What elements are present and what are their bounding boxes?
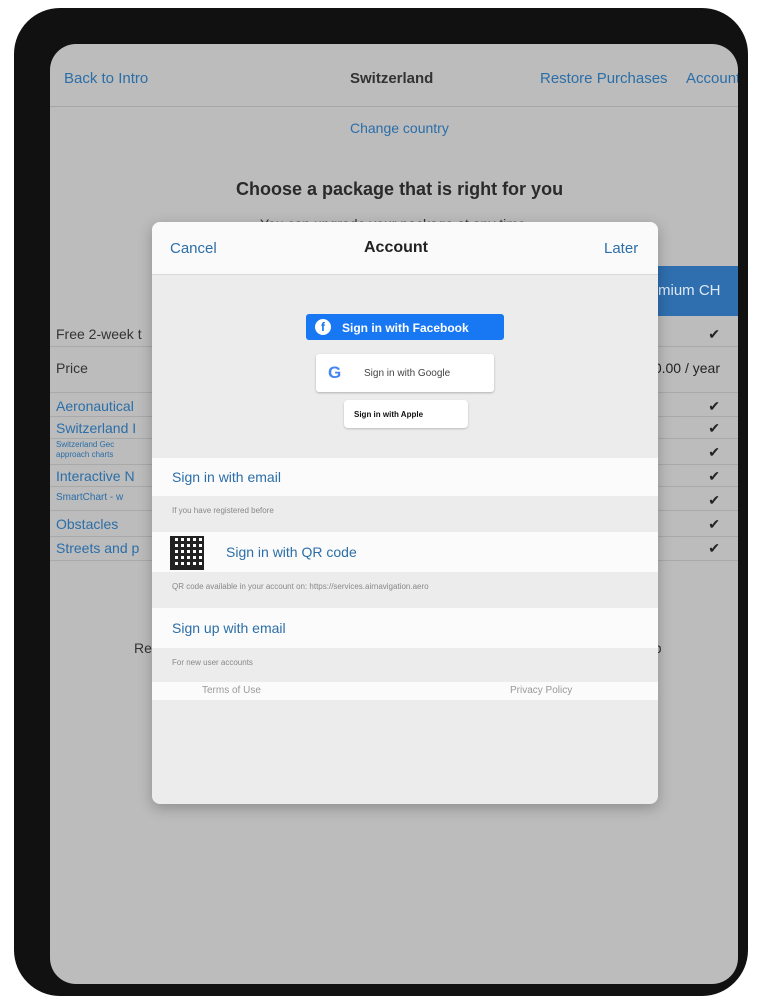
tablet-frame: Back to Intro Switzerland Restore Purcha… bbox=[14, 8, 748, 996]
facebook-signin-label: Sign in with Facebook bbox=[342, 321, 469, 335]
account-modal: Cancel Account Later f Sign in with Face… bbox=[152, 222, 658, 804]
modal-title: Account bbox=[364, 239, 428, 256]
qr-signin-row[interactable]: Sign in with QR code bbox=[152, 532, 658, 572]
google-signin-label: Sign in with Google bbox=[364, 368, 451, 379]
apple-signin-button[interactable]: Sign in with Apple bbox=[344, 400, 468, 428]
terms-of-use-link[interactable]: Terms of Use bbox=[202, 685, 261, 696]
google-signin-button[interactable]: G Sign in with Google bbox=[316, 354, 494, 392]
signup-email-label: Sign up with email bbox=[172, 620, 286, 636]
screen: Back to Intro Switzerland Restore Purcha… bbox=[50, 44, 738, 984]
facebook-icon: f bbox=[315, 319, 331, 335]
qr-code-icon bbox=[170, 536, 204, 570]
qr-signin-label: Sign in with QR code bbox=[226, 544, 357, 560]
google-icon: G bbox=[328, 363, 342, 382]
email-signin-label: Sign in with email bbox=[172, 469, 281, 485]
cancel-button[interactable]: Cancel bbox=[170, 240, 217, 257]
legal-links-row: Terms of Use Privacy Policy bbox=[152, 682, 658, 700]
email-signin-row[interactable]: Sign in with email bbox=[152, 458, 658, 496]
email-signin-hint: If you have registered before bbox=[172, 506, 274, 515]
later-button[interactable]: Later bbox=[604, 240, 638, 257]
signup-email-hint: For new user accounts bbox=[172, 658, 253, 667]
privacy-policy-link[interactable]: Privacy Policy bbox=[510, 685, 572, 696]
apple-signin-label: Sign in with Apple bbox=[354, 410, 423, 419]
modal-header: Cancel Account Later bbox=[152, 222, 658, 275]
facebook-signin-button[interactable]: f Sign in with Facebook bbox=[306, 314, 504, 340]
qr-signin-hint: QR code available in your account on: ht… bbox=[172, 582, 429, 591]
signup-email-row[interactable]: Sign up with email bbox=[152, 608, 658, 648]
apple-signin-text: Sign in with Apple bbox=[354, 410, 424, 419]
